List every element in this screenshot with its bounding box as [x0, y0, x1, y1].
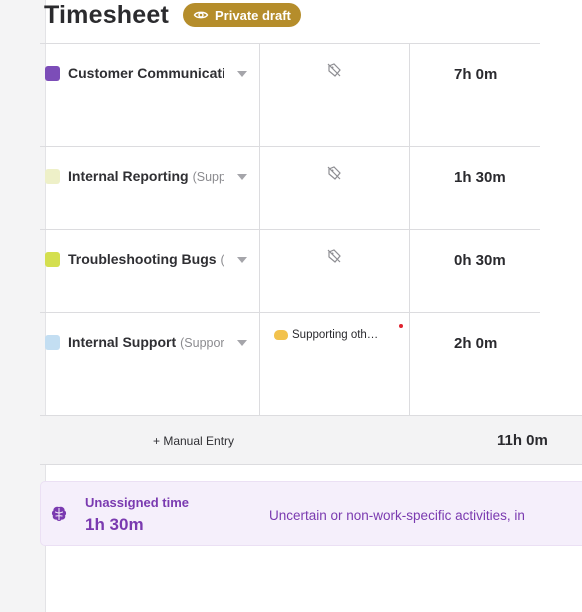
category-subtitle: (Supp: [192, 170, 224, 184]
no-tag-icon[interactable]: [326, 62, 342, 78]
category-color-swatch: [45, 65, 60, 81]
category-cell[interactable]: Troubleshooting Bugs (S: [40, 230, 260, 312]
duration-value: 7h 0m: [454, 66, 498, 83]
duration-cell[interactable]: 2h 0m: [410, 313, 540, 415]
unassigned-time-card[interactable]: Unassigned time 1h 30m Uncertain or non-…: [40, 481, 582, 546]
timesheet-table: Customer Communicati 7h 0m Internal Repo…: [40, 43, 540, 415]
manual-entry-button[interactable]: + Manual Entry: [153, 434, 234, 448]
duration-value: 1h 30m: [454, 169, 506, 186]
private-draft-badge[interactable]: Private draft: [183, 3, 301, 27]
no-tag-icon[interactable]: [326, 248, 342, 264]
category-color-swatch: [45, 334, 60, 350]
timesheet-header: Timesheet Private draft: [44, 0, 301, 30]
category-cell[interactable]: Internal Support (Suppor: [40, 313, 260, 415]
chevron-down-icon[interactable]: [237, 174, 247, 180]
total-duration: 11h 0m: [497, 432, 548, 449]
table-row: Customer Communicati 7h 0m: [40, 43, 540, 146]
note-cell[interactable]: [260, 147, 410, 229]
chevron-down-icon[interactable]: [237, 71, 247, 77]
chevron-down-icon[interactable]: [237, 340, 247, 346]
duration-cell[interactable]: 0h 30m: [410, 230, 540, 312]
page-title: Timesheet: [44, 0, 170, 29]
category-cell[interactable]: Internal Reporting (Supp: [40, 147, 260, 229]
category-subtitle: (S: [221, 253, 224, 267]
unassigned-label: Unassigned time: [85, 495, 190, 510]
note-cell[interactable]: [260, 230, 410, 312]
note-cell[interactable]: [260, 44, 410, 146]
handshake-icon: [274, 330, 288, 340]
duration-cell[interactable]: 1h 30m: [410, 147, 540, 229]
duration-value: 2h 0m: [454, 335, 498, 352]
unassigned-description: Uncertain or non-work-specific activitie…: [269, 508, 525, 523]
chevron-down-icon[interactable]: [237, 257, 247, 263]
category-label: Customer Communicati: [68, 65, 224, 81]
category-subtitle: (Suppor: [180, 336, 224, 350]
brain-icon: [51, 506, 67, 521]
duration-value: 0h 30m: [454, 252, 506, 269]
note-cell[interactable]: Supporting oth…: [260, 313, 410, 415]
category-cell[interactable]: Customer Communicati: [40, 44, 260, 146]
unassigned-time: 1h 30m: [85, 515, 144, 534]
table-row: Internal Reporting (Supp 1h 30m: [40, 146, 540, 229]
unsaved-dot: [399, 324, 403, 328]
category-label: Internal Support: [68, 334, 177, 350]
category-label: Internal Reporting: [68, 168, 189, 184]
category-color-swatch: [45, 168, 60, 184]
duration-cell[interactable]: 7h 0m: [410, 44, 540, 146]
eye-icon: [193, 11, 209, 19]
table-row: Troubleshooting Bugs (S 0h 30m: [40, 229, 540, 312]
timesheet-footer: + Manual Entry 11h 0m: [40, 415, 582, 465]
badge-label: Private draft: [215, 7, 291, 23]
note-text: Supporting oth…: [292, 329, 379, 341]
category-label: Troubleshooting Bugs: [68, 251, 217, 267]
table-row: Internal Support (Suppor Supporting oth… …: [40, 312, 540, 415]
category-color-swatch: [45, 251, 60, 267]
no-tag-icon[interactable]: [326, 165, 342, 181]
